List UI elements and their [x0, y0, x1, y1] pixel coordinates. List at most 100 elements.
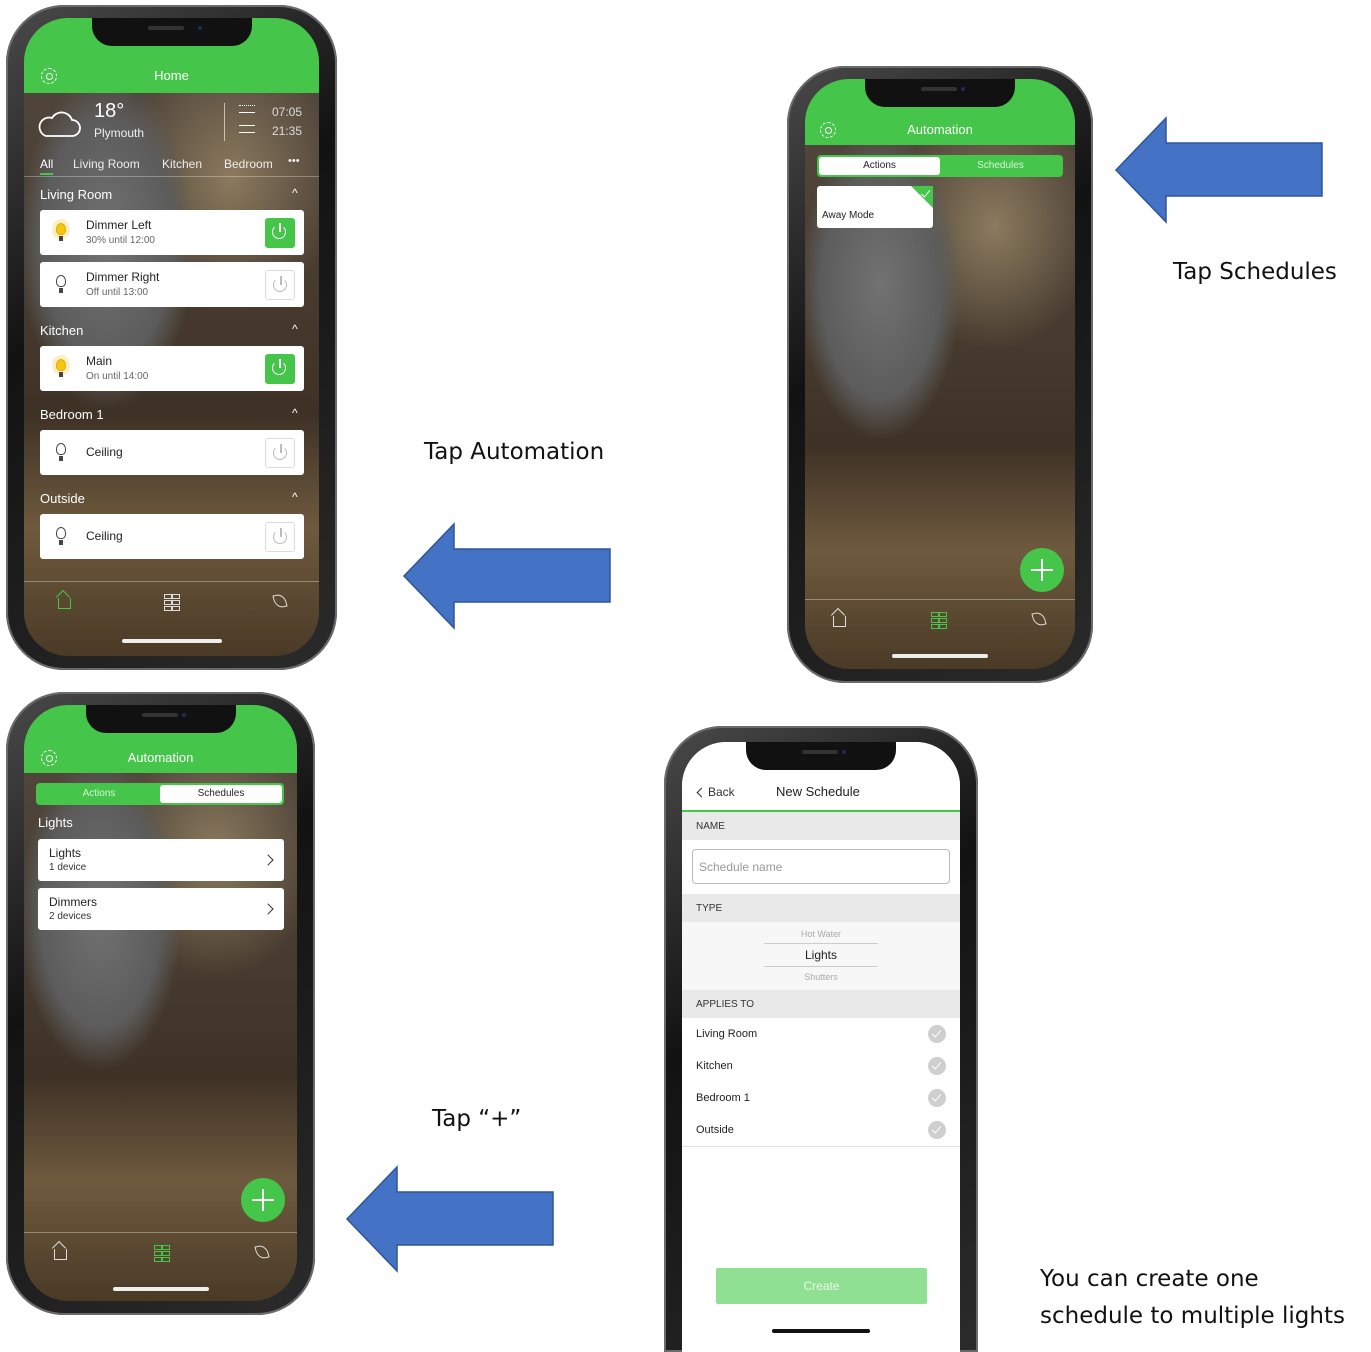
chevron-left-icon[interactable]	[696, 787, 707, 798]
chevron-right-icon	[262, 903, 274, 915]
leaf-icon[interactable]	[254, 1243, 270, 1261]
phone-automation-actions: Automation Actions Schedules Away Mode	[787, 66, 1093, 683]
schedule-group-dimmers[interactable]: Dimmers 2 devices	[38, 888, 284, 930]
tab-actions[interactable]: Actions	[819, 157, 940, 175]
phone-automation-schedules: Automation Actions Schedules Lights Ligh…	[6, 692, 315, 1315]
page-title: Home	[154, 68, 189, 83]
city-name: Plymouth	[94, 126, 145, 140]
arrow-left-1-icon	[402, 522, 611, 630]
power-toggle-off[interactable]	[265, 438, 295, 468]
leaf-icon[interactable]	[1031, 610, 1047, 628]
tab-schedules[interactable]: Schedules	[160, 785, 282, 803]
create-button[interactable]: Create	[716, 1268, 927, 1304]
automation-actions-screen: Automation Actions Schedules Away Mode	[805, 79, 1075, 669]
collapse-kitchen-icon[interactable]: ^	[292, 322, 298, 336]
tab-bedroom[interactable]: Bedroom	[224, 157, 273, 171]
schedule-group-lights[interactable]: Lights 1 device	[38, 839, 284, 881]
section-lights: Lights	[38, 815, 73, 830]
device-bedroom-ceiling[interactable]: Ceiling	[40, 430, 304, 475]
schedule-name-input[interactable]: Schedule name	[692, 849, 950, 884]
power-toggle-on[interactable]	[265, 354, 295, 384]
grid-icon[interactable]	[164, 594, 180, 611]
room-row-bedroom-1[interactable]: Bedroom 1	[682, 1082, 960, 1115]
section-kitchen: Kitchen	[40, 323, 84, 338]
cloud-icon	[38, 111, 81, 137]
caption-tap-plus: Tap “+”	[432, 1106, 522, 1132]
caption-note-line-2: schedule to multiple lights	[1040, 1303, 1345, 1329]
caption-note-line-1: You can create one	[1040, 1266, 1259, 1292]
check-circle-icon[interactable]	[928, 1057, 946, 1075]
tab-schedules[interactable]: Schedules	[940, 157, 1061, 175]
check-circle-icon[interactable]	[928, 1121, 946, 1139]
phone-home: Home 18° Plymouth 07:05 21:35 All Living…	[6, 5, 337, 670]
tab-kitchen[interactable]: Kitchen	[162, 157, 202, 171]
home-icon[interactable]	[58, 598, 71, 609]
device-dimmer-left[interactable]: Dimmer Left 30% until 12:00	[40, 210, 304, 255]
caption-tap-automation: Tap Automation	[424, 439, 605, 465]
sunset-time: 21:35	[272, 124, 303, 138]
sunrise-icon	[239, 105, 255, 113]
bulb-on-icon	[56, 223, 66, 241]
tab-living-room[interactable]: Living Room	[73, 157, 140, 171]
type-option-shutters[interactable]: Shutters	[682, 972, 960, 982]
back-button[interactable]: Back	[708, 785, 735, 799]
arrow-left-3-icon	[345, 1165, 554, 1273]
power-toggle-off[interactable]	[265, 270, 295, 300]
power-toggle-on[interactable]	[265, 218, 295, 248]
arrow-left-2-icon	[1114, 116, 1323, 224]
temperature: 18°	[94, 100, 125, 122]
room-tabs: All Living Room Kitchen Bedroom •••	[24, 154, 319, 176]
weather-widget: 18° Plymouth 07:05 21:35	[24, 93, 319, 153]
collapse-living-room-icon[interactable]: ^	[292, 186, 298, 200]
automation-schedules-screen: Automation Actions Schedules Lights Ligh…	[24, 705, 297, 1301]
collapse-outside-icon[interactable]: ^	[292, 490, 298, 504]
name-section-header: NAME	[682, 812, 960, 840]
action-tile-away-mode[interactable]: Away Mode	[817, 186, 933, 228]
page-title: New Schedule	[776, 784, 860, 799]
check-circle-icon[interactable]	[928, 1025, 946, 1043]
bulb-off-icon	[56, 275, 66, 293]
type-section-header: TYPE	[682, 894, 960, 922]
page-title: Automation	[907, 122, 973, 137]
power-toggle-off[interactable]	[265, 522, 295, 552]
bulb-off-icon	[56, 443, 66, 461]
more-tabs-icon[interactable]: •••	[288, 155, 300, 167]
actions-schedules-tabs: Actions Schedules	[36, 783, 284, 805]
device-outside-ceiling[interactable]: Ceiling	[40, 514, 304, 559]
tab-actions[interactable]: Actions	[38, 785, 160, 803]
bottom-nav	[805, 599, 1075, 669]
sunset-icon	[239, 125, 255, 133]
home-icon[interactable]	[833, 616, 846, 627]
check-circle-icon[interactable]	[928, 1089, 946, 1107]
caption-tap-schedules: Tap Schedules	[1173, 259, 1337, 285]
type-picker[interactable]: Hot Water Lights Shutters	[682, 922, 960, 990]
bulb-off-icon	[56, 527, 66, 545]
tab-all[interactable]: All	[40, 157, 54, 175]
type-option-lights[interactable]: Lights	[682, 948, 960, 962]
grid-icon[interactable]	[154, 1245, 170, 1262]
section-outside: Outside	[40, 491, 85, 506]
room-row-kitchen[interactable]: Kitchen	[682, 1050, 960, 1083]
device-dimmer-right[interactable]: Dimmer Right Off until 13:00	[40, 262, 304, 307]
home-screen: Home 18° Plymouth 07:05 21:35 All Living…	[24, 18, 319, 656]
new-schedule-screen: Back New Schedule NAME Schedule name TYP…	[682, 742, 960, 1352]
chevron-right-icon	[262, 854, 274, 866]
bottom-nav	[24, 581, 319, 656]
section-living-room: Living Room	[40, 187, 113, 202]
add-button[interactable]	[241, 1178, 285, 1222]
bottom-nav	[24, 1232, 297, 1301]
room-row-living-room[interactable]: Living Room	[682, 1018, 960, 1051]
room-row-outside[interactable]: Outside	[682, 1114, 960, 1147]
home-icon[interactable]	[54, 1249, 67, 1260]
collapse-bedroom-icon[interactable]: ^	[292, 406, 298, 420]
bulb-on-icon	[56, 359, 66, 377]
phone-new-schedule: Back New Schedule NAME Schedule name TYP…	[664, 726, 978, 1352]
add-button[interactable]	[1020, 548, 1064, 592]
section-bedroom-1: Bedroom 1	[40, 407, 104, 422]
page-title: Automation	[127, 750, 194, 765]
applies-to-header: APPLIES TO	[682, 990, 960, 1018]
grid-icon[interactable]	[931, 612, 947, 629]
device-main[interactable]: Main On until 14:00	[40, 346, 304, 391]
type-option-hot-water[interactable]: Hot Water	[682, 929, 960, 939]
leaf-icon[interactable]	[272, 592, 288, 610]
